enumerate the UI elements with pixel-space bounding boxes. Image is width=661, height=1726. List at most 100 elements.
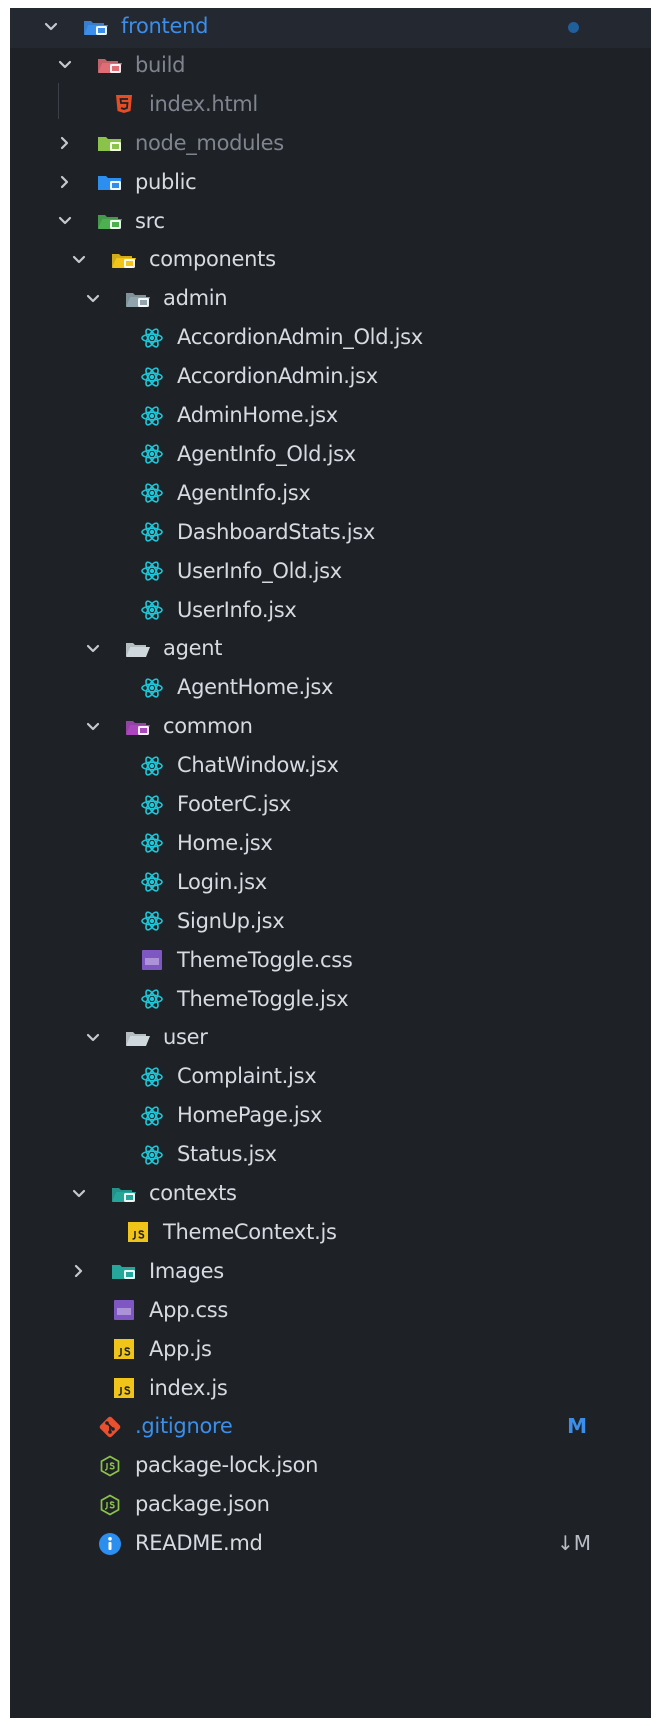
tree-file-row[interactable]: AgentInfo_Old.jsx — [10, 433, 651, 476]
tree-file-row[interactable]: ChatWindow.jsx — [10, 744, 651, 787]
tree-file-row[interactable]: AccordionAdmin_Old.jsx — [10, 316, 651, 359]
chevron-right-icon[interactable] — [54, 161, 76, 204]
chevron-down-icon[interactable] — [82, 1016, 104, 1059]
folder-public-icon — [96, 161, 124, 204]
git-status-badge: ↓M — [556, 1531, 591, 1556]
tree-item-label: Complaint.jsx — [177, 1064, 317, 1089]
tree-item-label: build — [135, 52, 186, 77]
tree-file-row[interactable]: Status.jsx — [10, 1133, 651, 1176]
tree-item-label: HomePage.jsx — [177, 1103, 323, 1128]
tree-item-label: frontend — [121, 14, 209, 38]
folder-components-icon — [110, 238, 138, 281]
tree-file-row[interactable]: UserInfo.jsx — [10, 589, 651, 632]
react-icon — [138, 666, 166, 709]
tree-item-label: Login.jsx — [177, 869, 267, 894]
tree-file-row[interactable]: index.js — [10, 1367, 651, 1410]
tree-file-row[interactable]: AgentInfo.jsx — [10, 472, 651, 515]
tree-file-row[interactable]: ThemeToggle.jsx — [10, 978, 651, 1021]
tree-item-label: package.json — [135, 1492, 270, 1517]
js-file-icon — [124, 1211, 152, 1254]
react-icon — [138, 394, 166, 437]
react-icon — [138, 1133, 166, 1176]
folder-user-icon — [124, 1016, 152, 1059]
tree-file-row[interactable]: SignUp.jsx — [10, 900, 651, 943]
chevron-right-icon[interactable] — [68, 1250, 90, 1293]
tree-item-label: ThemeToggle.css — [177, 947, 353, 972]
react-icon — [138, 1094, 166, 1137]
folder-frontend-icon — [82, 8, 110, 48]
tree-file-row[interactable]: ThemeToggle.css — [10, 939, 651, 982]
chevron-down-icon[interactable] — [54, 44, 76, 87]
tree-file-row[interactable]: Login.jsx — [10, 861, 651, 904]
tree-file-row[interactable]: package.json — [10, 1483, 651, 1526]
tree-folder-row[interactable]: contexts — [10, 1172, 651, 1215]
tree-file-row[interactable]: AdminHome.jsx — [10, 394, 651, 437]
tree-item-label: index.js — [149, 1375, 228, 1400]
tree-folder-row[interactable]: components — [10, 238, 651, 281]
tree-file-row[interactable]: DashboardStats.jsx — [10, 511, 651, 554]
tree-file-row[interactable]: UserInfo_Old.jsx — [10, 550, 651, 593]
tree-folder-row[interactable]: node_modules — [10, 122, 651, 165]
folder-agent-icon — [124, 627, 152, 670]
modified-dot-indicator — [568, 22, 579, 33]
tree-folder-row[interactable]: user — [10, 1016, 651, 1059]
tree-folder-row[interactable]: frontend — [10, 8, 651, 48]
chevron-right-icon[interactable] — [54, 122, 76, 165]
tree-file-row[interactable]: App.js — [10, 1328, 651, 1371]
tree-item-label: src — [135, 208, 165, 233]
tree-file-row[interactable]: README.md ↓M — [10, 1522, 651, 1565]
git-icon — [96, 1405, 124, 1448]
react-icon — [138, 316, 166, 359]
tree-file-row[interactable]: HomePage.jsx — [10, 1094, 651, 1137]
css-file-icon — [110, 1289, 138, 1332]
tree-folder-row[interactable]: agent — [10, 627, 651, 670]
tree-item-label: App.js — [149, 1336, 212, 1361]
folder-build-icon — [96, 44, 124, 87]
tree-file-row[interactable]: Home.jsx — [10, 822, 651, 865]
chevron-down-icon[interactable] — [68, 238, 90, 281]
tree-file-row[interactable]: FooterC.jsx — [10, 783, 651, 826]
tree-folder-row[interactable]: build — [10, 44, 651, 87]
info-icon — [96, 1522, 124, 1565]
tree-item-label: contexts — [149, 1181, 237, 1205]
tree-file-row[interactable]: index.html — [10, 83, 651, 126]
chevron-down-icon[interactable] — [54, 200, 76, 243]
tree-folder-row[interactable]: src — [10, 200, 651, 243]
chevron-down-icon[interactable] — [82, 705, 104, 748]
tree-item-label: AgentHome.jsx — [177, 675, 334, 700]
json-file-icon — [96, 1483, 124, 1526]
tree-file-row[interactable]: Complaint.jsx — [10, 1055, 651, 1098]
folder-images-icon — [110, 1250, 138, 1293]
tree-file-row[interactable]: AgentHome.jsx — [10, 666, 651, 709]
tree-item-label: AdminHome.jsx — [177, 403, 338, 427]
react-icon — [138, 1055, 166, 1098]
json-file-icon — [96, 1444, 124, 1487]
tree-folder-row[interactable]: admin — [10, 277, 651, 320]
tree-item-label: SignUp.jsx — [177, 908, 285, 933]
folder-admin-icon — [124, 277, 152, 320]
react-icon — [138, 783, 166, 826]
chevron-down-icon[interactable] — [82, 627, 104, 670]
tree-file-row[interactable]: .gitignore M — [10, 1405, 651, 1448]
tree-file-row[interactable]: AccordionAdmin.jsx — [10, 355, 651, 398]
tree-item-label: ThemeContext.js — [163, 1219, 337, 1244]
chevron-down-icon[interactable] — [82, 277, 104, 320]
tree-item-label: AgentInfo_Old.jsx — [177, 441, 356, 466]
tree-folder-row[interactable]: common — [10, 705, 651, 748]
html-file-icon — [110, 83, 138, 126]
css-file-icon — [138, 939, 166, 982]
tree-folder-row[interactable]: Images — [10, 1250, 651, 1293]
tree-item-label: node_modules — [135, 130, 284, 155]
tree-item-label: index.html — [149, 91, 258, 116]
tree-file-row[interactable]: ThemeContext.js — [10, 1211, 651, 1254]
react-icon — [138, 589, 166, 632]
tree-file-row[interactable]: package-lock.json — [10, 1444, 651, 1487]
chevron-down-icon[interactable] — [40, 8, 62, 48]
tree-item-label: admin — [163, 286, 228, 311]
tree-file-row[interactable]: App.css — [10, 1289, 651, 1332]
tree-folder-row[interactable]: public — [10, 161, 651, 204]
tree-item-label: agent — [163, 636, 223, 661]
chevron-down-icon[interactable] — [68, 1172, 90, 1215]
tree-item-label: components — [149, 247, 276, 272]
folder-node-modules-icon — [96, 122, 124, 165]
